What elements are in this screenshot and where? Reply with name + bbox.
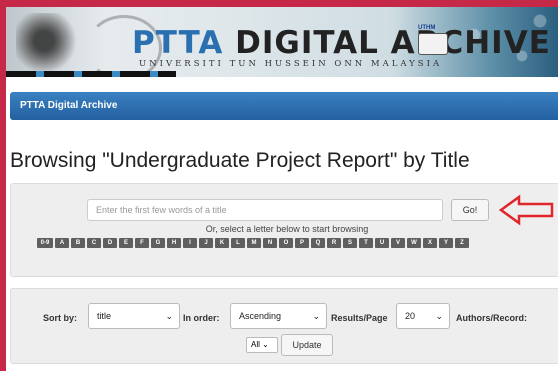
letter-button-v[interactable]: V — [391, 238, 405, 248]
chevron-down-icon: ⌄ — [165, 311, 173, 321]
page-frame: PTTA DIGITAL ARCHIVE UNIVERSITI TUN HUSS… — [6, 7, 558, 371]
letter-button-h[interactable]: H — [167, 238, 181, 248]
letter-button-a[interactable]: A — [55, 238, 69, 248]
authors-per-record-value: All — [251, 340, 260, 349]
letter-button-l[interactable]: L — [231, 238, 245, 248]
results-per-page-label: Results/Page — [331, 313, 388, 323]
sort-by-value: title — [97, 311, 112, 321]
page-title: Browsing "Undergraduate Project Report" … — [10, 149, 470, 172]
letter-button-u[interactable]: U — [375, 238, 389, 248]
sort-by-select[interactable]: title ⌄ — [88, 303, 180, 329]
order-select[interactable]: Ascending ⌄ — [230, 303, 327, 329]
letter-button-j[interactable]: J — [199, 238, 213, 248]
letter-button-x[interactable]: X — [423, 238, 437, 248]
header-banner: PTTA DIGITAL ARCHIVE UNIVERSITI TUN HUSS… — [6, 7, 558, 77]
university-name: UNIVERSITI TUN HUSSEIN ONN MALAYSIA — [139, 59, 443, 69]
results-per-page-value: 20 — [405, 311, 416, 321]
navbar: PTTA Digital Archive — [10, 92, 558, 120]
letter-button-t[interactable]: T — [359, 238, 373, 248]
authors-per-record-select[interactable]: All ⌄ — [246, 337, 278, 353]
letter-button-m[interactable]: M — [247, 238, 261, 248]
tree-graphic — [16, 13, 86, 75]
title-search-input[interactable] — [87, 199, 443, 221]
letter-button-b[interactable]: B — [71, 238, 85, 248]
browse-panel: Go! Or, select a letter below to start b… — [10, 183, 558, 277]
sort-options-panel: Sort by: title ⌄ In order: Ascending ⌄ Res… — [10, 288, 558, 364]
archive-title-accent: PTTA — [132, 25, 224, 61]
browse-hint: Or, select a letter below to start brows… — [205, 224, 369, 234]
banner-stripe — [6, 71, 176, 77]
letter-button-i[interactable]: I — [183, 238, 197, 248]
chevron-down-icon: ⌄ — [312, 311, 320, 321]
letter-button-w[interactable]: W — [407, 238, 421, 248]
results-per-page-select[interactable]: 20 ⌄ — [396, 303, 450, 329]
letter-button-c[interactable]: C — [87, 238, 101, 248]
authors-per-record-label: Authors/Record: — [456, 313, 528, 323]
letter-button-f[interactable]: F — [135, 238, 149, 248]
letter-index: 0-9 A B C D E F G H I J K L M N O P Q R S T U V W X Y Z — [37, 238, 469, 248]
chevron-down-icon: ⌄ — [435, 311, 443, 321]
letter-button-g[interactable]: G — [151, 238, 165, 248]
uthm-logo — [418, 33, 448, 55]
uthm-logo-text: UTHM — [418, 25, 436, 31]
letter-button-0-9[interactable]: 0-9 — [37, 238, 53, 248]
order-value: Ascending — [239, 311, 282, 321]
letter-button-e[interactable]: E — [119, 238, 133, 248]
letter-button-z[interactable]: Z — [455, 238, 469, 248]
letter-button-k[interactable]: K — [215, 238, 229, 248]
letter-button-s[interactable]: S — [343, 238, 357, 248]
letter-button-y[interactable]: Y — [439, 238, 453, 248]
sort-by-label: Sort by: — [43, 313, 78, 323]
letter-button-q[interactable]: Q — [311, 238, 325, 248]
letter-button-p[interactable]: P — [295, 238, 309, 248]
archive-title-rest: DIGITAL ARCHIVE — [223, 25, 551, 61]
in-order-label: In order: — [183, 313, 220, 323]
letter-button-n[interactable]: N — [263, 238, 277, 248]
update-button[interactable]: Update — [281, 334, 333, 356]
letter-button-d[interactable]: D — [103, 238, 117, 248]
archive-title: PTTA DIGITAL ARCHIVE — [132, 25, 551, 61]
go-button[interactable]: Go! — [451, 199, 489, 221]
letter-button-r[interactable]: R — [327, 238, 341, 248]
navbar-brand-link[interactable]: PTTA Digital Archive — [20, 100, 117, 111]
red-arrow-icon — [499, 194, 554, 226]
letter-button-o[interactable]: O — [279, 238, 293, 248]
